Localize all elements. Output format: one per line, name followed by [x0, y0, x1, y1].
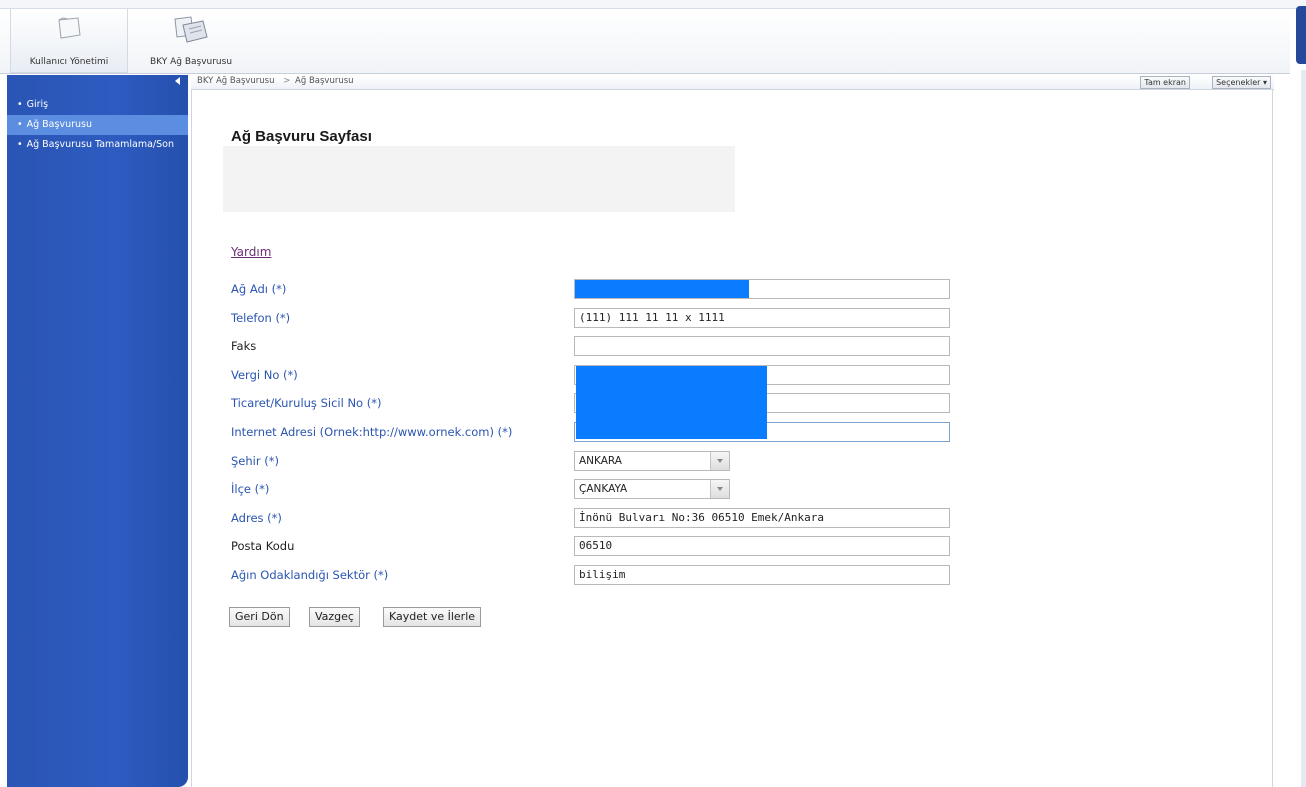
window-scroll-handle[interactable]	[1296, 6, 1306, 64]
ribbon-button-network-application[interactable]: BKY Ağ Başvurusu	[128, 9, 254, 72]
ribbon-button-label: BKY Ağ Başvurusu	[149, 57, 233, 67]
breadcrumb-separator: >	[283, 76, 291, 86]
options-dropdown-button[interactable]: Seçenekler ▾	[1212, 76, 1271, 89]
sidebar-item-label: Ağ Başvurusu	[26, 119, 92, 130]
postal-code-input[interactable]: 06510	[574, 536, 950, 556]
main-content: Ağ Başvuru Sayfası Yardım Ağ Adı (*) Tel…	[191, 90, 1273, 787]
registry-no-label: Ticaret/Kuruluş Sicil No (*)	[231, 396, 382, 410]
breadcrumb-item[interactable]: BKY Ağ Başvurusu	[197, 76, 275, 86]
folder-icon	[54, 15, 84, 44]
help-link[interactable]: Yardım	[231, 245, 271, 259]
chevron-down-icon[interactable]	[710, 452, 729, 470]
bullet-icon: •	[17, 99, 23, 110]
breadcrumb-bar: BKY Ağ Başvurusu > Ağ Başvurusu Tam ekra…	[191, 75, 1274, 90]
cancel-button[interactable]: Vazgeç	[309, 607, 360, 627]
window-right-border	[1301, 70, 1306, 787]
sidebar-item-label: Ağ Başvurusu Tamamlama/Son	[26, 139, 174, 150]
postal-code-label: Posta Kodu	[231, 539, 295, 553]
collapse-left-icon[interactable]	[175, 77, 180, 85]
sidebar-item-label: Giriş	[26, 99, 49, 110]
fax-label: Faks	[231, 339, 257, 353]
save-and-next-button[interactable]: Kaydet ve İlerle	[383, 607, 482, 627]
sector-input[interactable]: bilişim	[574, 565, 950, 585]
bullet-icon: •	[17, 119, 23, 130]
fullscreen-button[interactable]: Tam ekran	[1140, 76, 1190, 89]
phone-label: Telefon (*)	[231, 311, 291, 325]
city-select-value: ANKARA	[579, 455, 622, 467]
sector-label: Ağın Odaklandığı Sektör (*)	[231, 568, 389, 582]
breadcrumb: BKY Ağ Başvurusu > Ağ Başvurusu	[197, 76, 356, 86]
city-select[interactable]: ANKARA	[574, 451, 730, 471]
ribbon: Kullanıcı Yönetimi BKY Ağ Başvurusu	[0, 9, 1290, 74]
district-label: İlçe (*)	[231, 482, 270, 496]
tax-no-label: Vergi No (*)	[231, 368, 298, 382]
sidebar: • Giriş • Ağ Başvurusu • Ağ Başvurusu Tamam…	[7, 75, 188, 787]
network-name-label: Ağ Adı (*)	[231, 282, 287, 296]
district-select[interactable]: ÇANKAYA	[574, 479, 730, 499]
info-panel	[223, 146, 735, 212]
address-input[interactable]: İnönü Bulvarı No:36 06510 Emek/Ankara	[574, 508, 950, 528]
district-select-value: ÇANKAYA	[579, 483, 628, 495]
sidebar-header	[7, 75, 188, 89]
sidebar-item-ag-basvurusu-tamamlama[interactable]: • Ağ Başvurusu Tamamlama/Son	[7, 135, 188, 155]
city-label: Şehir (*)	[231, 454, 279, 468]
redaction-box	[576, 366, 767, 439]
fax-input[interactable]	[574, 336, 950, 356]
breadcrumb-item[interactable]: Ağ Başvurusu	[295, 76, 354, 86]
website-label: Internet Adresi (Ornek:http://www.ornek.…	[231, 425, 513, 439]
phone-input[interactable]: (111) 111 11 11 x 1111	[574, 308, 950, 328]
back-button[interactable]: Geri Dön	[229, 607, 290, 627]
top-strip	[0, 0, 1306, 9]
page-title: Ağ Başvuru Sayfası	[231, 128, 372, 145]
ribbon-button-label: Kullanıcı Yönetimi	[29, 57, 109, 67]
address-label: Adres (*)	[231, 511, 282, 525]
redaction-box	[575, 280, 749, 298]
sidebar-item-ag-basvurusu[interactable]: • Ağ Başvurusu	[7, 115, 188, 135]
documents-icon	[169, 15, 213, 48]
ribbon-button-user-management[interactable]: Kullanıcı Yönetimi	[10, 9, 128, 73]
sidebar-item-giris[interactable]: • Giriş	[7, 95, 188, 115]
bullet-icon: •	[17, 139, 23, 150]
chevron-down-icon[interactable]	[710, 480, 729, 498]
